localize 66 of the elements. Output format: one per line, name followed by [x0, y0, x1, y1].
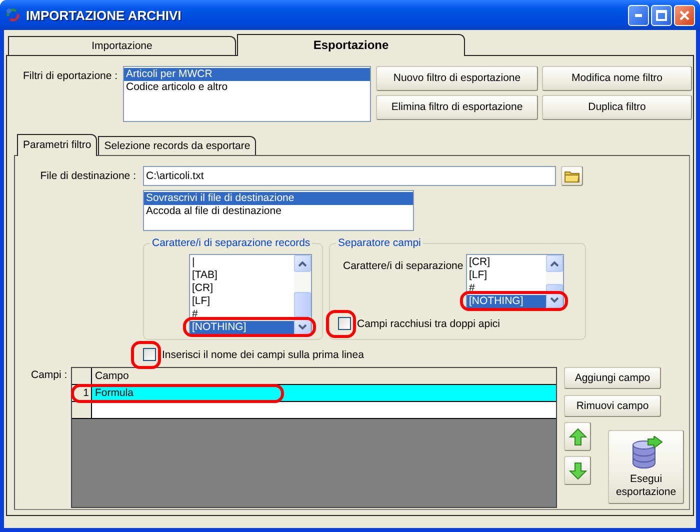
move-up-button[interactable] [564, 422, 591, 451]
list-item[interactable]: Sovrascrivi il file di destinazione [144, 192, 413, 205]
list-item[interactable]: Articoli per MWCR [124, 68, 370, 81]
checkbox-label: Inserisci il nome dei campi sulla prima linea [162, 348, 364, 360]
filter-action-button[interactable]: Modifica nome filtro [542, 66, 692, 91]
list-item[interactable]: | [190, 256, 294, 269]
list-item[interactable]: [NOTHING] [467, 295, 546, 308]
scroll-up-button[interactable] [294, 255, 311, 272]
field-label: Carattere/i di separazione [343, 259, 464, 274]
filter-action-button[interactable]: Nuovo filtro di esportazione [376, 66, 538, 91]
add-field-button[interactable]: Aggiungi campo [564, 367, 661, 389]
minimize-button[interactable] [628, 4, 649, 26]
list-item[interactable]: # [190, 308, 294, 321]
list-box[interactable]: | [TAB] [CR] [LF] # [NOTHING] [189, 254, 312, 336]
group-title: Separatore campi [337, 237, 422, 249]
app-icon [5, 7, 21, 23]
checkbox-label: Campi racchiusi tra doppi apici [357, 318, 500, 330]
data-grid[interactable]: Campo 1 Formula [71, 367, 557, 508]
chevron-up-icon [298, 260, 307, 266]
list-item[interactable]: [NOTHING] [190, 321, 294, 334]
new-row[interactable] [72, 402, 556, 419]
field-label: Filtri di eportazione : [23, 69, 119, 84]
folder-icon [564, 169, 580, 183]
chevron-down-icon [298, 324, 307, 330]
checkbox[interactable] [143, 348, 156, 361]
close-icon [679, 10, 690, 20]
list-item[interactable]: Accoda al file di destinazione [144, 205, 413, 218]
filter-action-button[interactable]: Duplica filtro [542, 95, 692, 120]
group-title: Carattere/i di separazione records [151, 237, 312, 249]
list-item[interactable]: [LF] [467, 269, 546, 282]
arrow-down-icon [568, 460, 588, 480]
window-title: IMPORTAZIONE ARCHIVI [26, 8, 182, 22]
scrollbar[interactable] [294, 255, 311, 335]
list-item[interactable]: [TAB] [190, 269, 294, 282]
chevron-down-icon [550, 296, 559, 302]
table-cell[interactable]: Formula [92, 385, 556, 401]
list-item[interactable]: [CR] [467, 256, 546, 269]
maximize-button[interactable] [651, 4, 672, 26]
arrow-up-icon [568, 426, 588, 446]
file-path-field[interactable]: C:\articoli.txt [143, 166, 556, 186]
maximize-icon [656, 10, 667, 20]
checkbox[interactable] [338, 317, 351, 330]
filter-action-button[interactable]: Elimina filtro di esportazione [376, 95, 538, 120]
move-down-button[interactable] [564, 456, 591, 485]
browse-button[interactable] [561, 166, 583, 186]
close-button[interactable] [674, 4, 695, 26]
remove-field-button[interactable]: Rimuovi campo [564, 395, 661, 417]
field-label: File di destinazione : [39, 170, 136, 182]
scroll-thumb[interactable] [294, 292, 311, 317]
scrollbar[interactable] [546, 255, 563, 308]
list-box[interactable]: Sovrascrivi il file di destinazione Accoda al file di destinazione [143, 190, 414, 231]
list-box[interactable]: Articoli per MWCR Codice articolo e altro [123, 66, 371, 122]
field-label: Campi : [31, 368, 68, 383]
list-box[interactable]: [CR] [LF] # [NOTHING] [466, 254, 564, 309]
tab[interactable]: Parametri filtro [17, 134, 98, 156]
chevron-up-icon [550, 260, 559, 266]
scroll-up-button[interactable] [546, 255, 563, 272]
tab[interactable]: Selezione records da esportare [98, 136, 256, 155]
minimize-icon [635, 14, 642, 16]
list-item[interactable]: Codice articolo e altro [124, 81, 370, 94]
run-export-button[interactable]: Esegui esportazione [608, 430, 684, 504]
tab[interactable]: Esportazione [237, 34, 465, 56]
tab[interactable]: Importazione [8, 36, 236, 55]
list-item[interactable]: [LF] [190, 295, 294, 308]
list-item[interactable]: [CR] [190, 282, 294, 295]
list-item[interactable]: # [467, 282, 546, 295]
